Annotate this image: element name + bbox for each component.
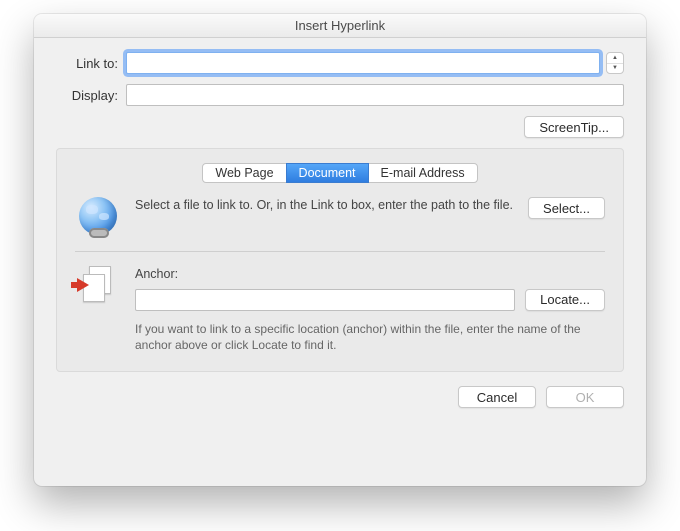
tab-bar: Web Page Document E-mail Address (75, 163, 605, 183)
ok-button[interactable]: OK (546, 386, 624, 408)
select-file-section: Select a file to link to. Or, in the Lin… (75, 197, 605, 235)
select-file-description: Select a file to link to. Or, in the Lin… (135, 197, 514, 214)
dialog-footer: Cancel OK (56, 386, 624, 408)
link-to-stepper[interactable]: ▲ ▼ (606, 52, 624, 74)
tab-email-address[interactable]: E-mail Address (368, 163, 478, 183)
document-link-icon (79, 266, 117, 304)
display-row: Display: (56, 84, 624, 106)
section-divider (75, 251, 605, 252)
tab-document[interactable]: Document (286, 163, 369, 183)
select-file-button[interactable]: Select... (528, 197, 605, 219)
tab-web-page[interactable]: Web Page (202, 163, 286, 183)
link-to-label: Link to: (56, 56, 118, 71)
locate-button[interactable]: Locate... (525, 289, 605, 311)
dialog-title: Insert Hyperlink (34, 14, 646, 38)
anchor-label: Anchor: (135, 266, 605, 283)
dialog-content: Link to: ▲ ▼ Display: ScreenTip... Web P… (34, 38, 646, 424)
link-to-row: Link to: ▲ ▼ (56, 52, 624, 74)
link-to-input[interactable] (126, 52, 600, 74)
hyperlink-panel: Web Page Document E-mail Address Select … (56, 148, 624, 372)
anchor-section: Anchor: Locate... If you want to link to… (75, 266, 605, 353)
stepper-up-icon[interactable]: ▲ (607, 53, 623, 64)
stepper-down-icon[interactable]: ▼ (607, 64, 623, 74)
anchor-input[interactable] (135, 289, 515, 311)
cancel-button[interactable]: Cancel (458, 386, 536, 408)
dialog-window: Insert Hyperlink Link to: ▲ ▼ Display: S… (34, 14, 646, 486)
globe-link-icon (79, 197, 117, 235)
display-label: Display: (56, 88, 118, 103)
display-input[interactable] (126, 84, 624, 106)
screentip-button[interactable]: ScreenTip... (524, 116, 624, 138)
anchor-help-text: If you want to link to a specific locati… (135, 321, 605, 353)
screentip-row: ScreenTip... (56, 116, 624, 138)
